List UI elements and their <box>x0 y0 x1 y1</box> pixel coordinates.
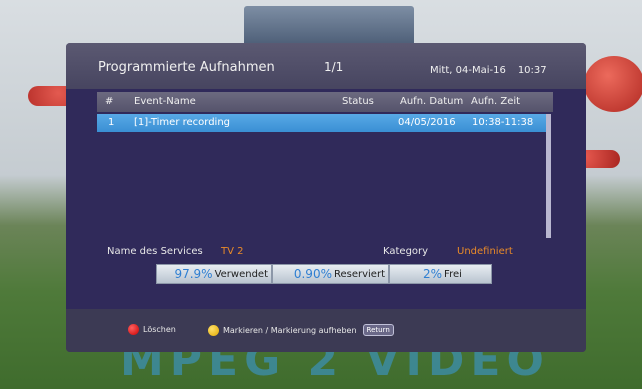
row-number: 1 <box>108 117 115 128</box>
service-name-label: Name des Services <box>107 246 203 257</box>
scrollbar[interactable] <box>546 114 551 238</box>
category-value: Undefiniert <box>457 246 513 257</box>
scrollbar-thumb[interactable] <box>546 114 551 238</box>
free-label: Frei <box>444 268 462 280</box>
background-red-sphere <box>584 56 642 112</box>
date-time: Mitt, 04-Mai-16 10:37 <box>430 65 547 76</box>
return-button[interactable]: Return <box>362 324 394 336</box>
row-date: 04/05/2016 <box>398 117 456 128</box>
background-box <box>244 6 414 46</box>
title-bar: Programmierte Aufnahmen 1/1 Mitt, 04-Mai… <box>66 43 586 89</box>
red-key-label: Löschen <box>143 325 176 334</box>
storage-usage-bar: 97.9% Verwendet 0.90% Reserviert 2% Frei <box>156 264 492 284</box>
column-status: Status <box>342 96 374 107</box>
row-event-name: [1]-Timer recording <box>134 117 231 128</box>
recordings-panel: # Event-Name Status Aufn. Datum Aufn. Ze… <box>66 89 586 309</box>
column-number: # <box>105 96 114 107</box>
column-event-name: Event-Name <box>134 96 196 107</box>
used-percent: 97.9% <box>174 267 213 281</box>
row-time: 10:38-11:38 <box>472 117 534 128</box>
reserved-percent: 0.90% <box>293 267 332 281</box>
date-label: Mitt, 04-Mai-16 <box>430 65 506 76</box>
usage-used: 97.9% Verwendet <box>156 264 272 284</box>
usage-free: 2% Frei <box>389 264 492 284</box>
usage-reserved: 0.90% Reserviert <box>272 264 389 284</box>
reserved-label: Reserviert <box>333 268 385 280</box>
yellow-key-hint[interactable]: Markieren / Markierung aufheben Return <box>208 324 394 336</box>
yellow-button-icon <box>208 324 219 336</box>
red-button-icon <box>128 324 139 335</box>
column-time: Aufn. Zeit <box>471 96 521 107</box>
red-key-hint[interactable]: Löschen <box>128 324 176 335</box>
table-row[interactable]: 1 [1]-Timer recording 04/05/2016 10:38-1… <box>97 114 549 132</box>
used-label: Verwendet <box>214 268 268 280</box>
yellow-key-label: Markieren / Markierung aufheben <box>223 325 357 335</box>
category-label: Kategory <box>383 246 429 257</box>
free-percent: 2% <box>423 267 443 281</box>
time-label: 10:37 <box>517 65 547 76</box>
footer-legend: Löschen Markieren / Markierung aufheben … <box>66 309 586 352</box>
column-date: Aufn. Datum <box>400 96 464 107</box>
recordings-dialog: Programmierte Aufnahmen 1/1 Mitt, 04-Mai… <box>66 43 586 352</box>
page-title: Programmierte Aufnahmen <box>98 60 275 75</box>
page-indicator: 1/1 <box>324 60 344 74</box>
service-name-value: TV 2 <box>221 246 244 257</box>
table-header: # Event-Name Status Aufn. Datum Aufn. Ze… <box>97 92 553 112</box>
